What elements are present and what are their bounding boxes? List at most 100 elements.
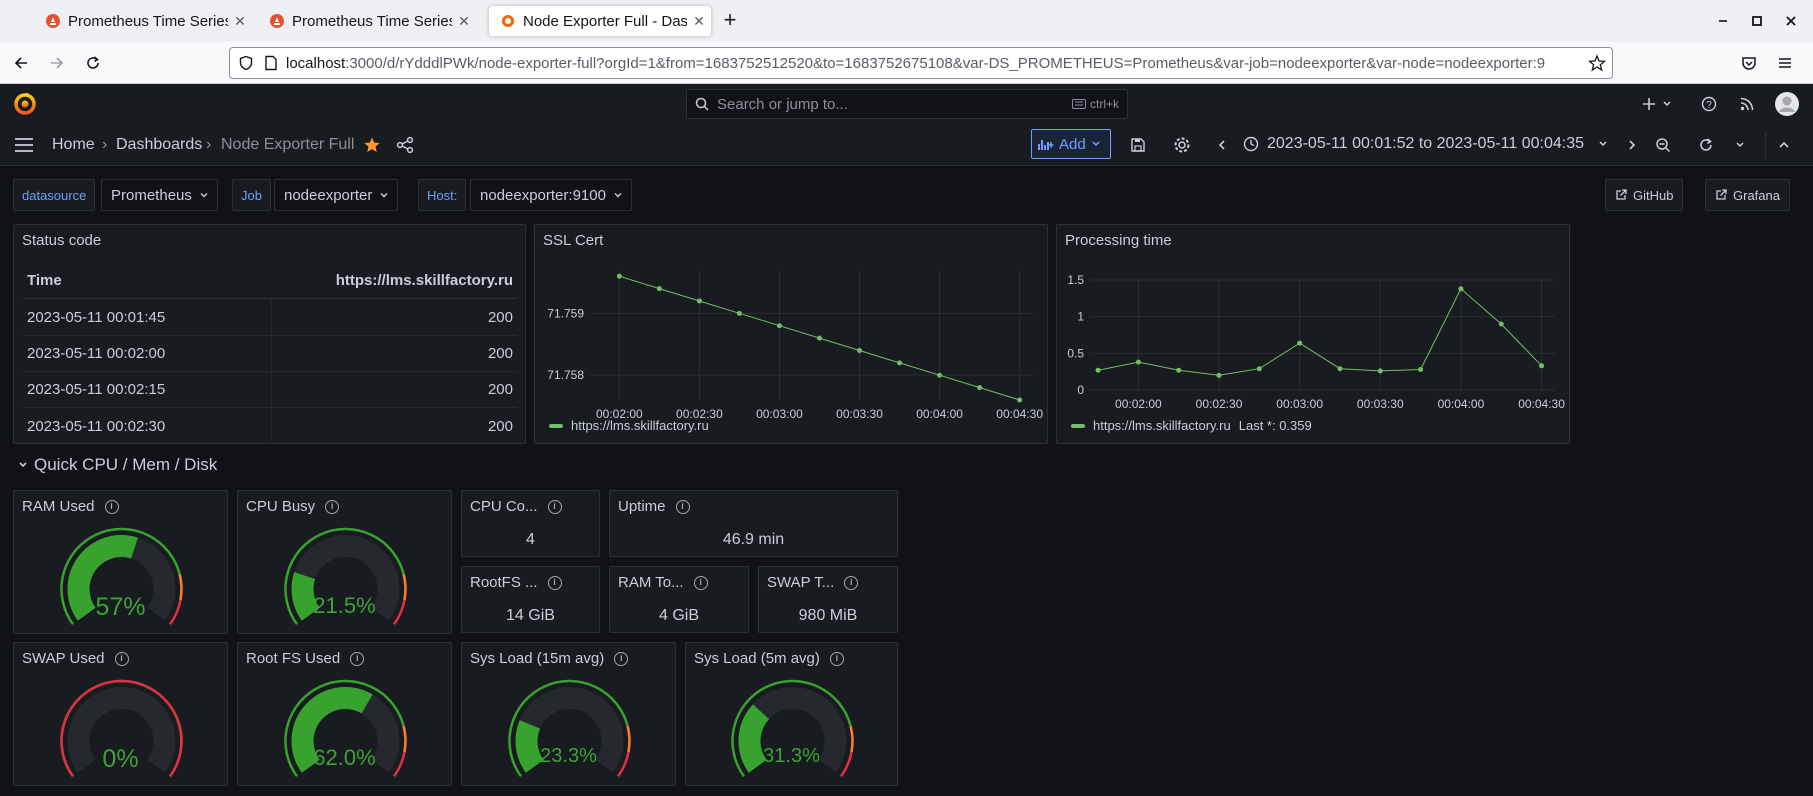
x-tick-label: 00:04:00 <box>1438 397 1485 411</box>
chevron-down-icon[interactable] <box>1655 92 1679 116</box>
news-rss-icon[interactable] <box>1735 92 1759 116</box>
data-point <box>1216 372 1222 378</box>
user-avatar[interactable] <box>1774 91 1800 117</box>
svg-text:?: ? <box>1706 100 1712 111</box>
forward-arrow-icon[interactable] <box>44 50 70 76</box>
save-icon[interactable] <box>1126 133 1150 157</box>
time-back-chevron-icon[interactable] <box>1210 133 1234 157</box>
chart-legend[interactable]: https://lms.skillfactory.ru Last *: 0.359 <box>1071 418 1312 433</box>
refresh-icon[interactable] <box>1694 133 1718 157</box>
browser-tab-1[interactable]: Prometheus Time Series C ✕ <box>34 6 252 36</box>
host-select[interactable]: nodeexporter:9100 <box>470 179 632 211</box>
panel-title: Sys Load (5m avg) i <box>694 650 844 667</box>
chevron-down-icon <box>200 193 208 198</box>
processing-time-chart[interactable]: 1.5 1 0.5 0 00:02:00 00:02:30 00:03:00 00:03:30… <box>1057 225 1571 445</box>
search-input[interactable]: Search or jump to... ctrl+k <box>686 89 1128 119</box>
info-icon[interactable]: i <box>547 575 562 590</box>
job-select[interactable]: nodeexporter <box>274 179 399 211</box>
close-window-icon[interactable] <box>1780 10 1802 32</box>
info-icon[interactable]: i <box>350 651 365 666</box>
grafana-link-button[interactable]: Grafana <box>1705 179 1790 211</box>
info-icon[interactable]: i <box>114 651 129 666</box>
data-point <box>1337 366 1343 372</box>
column-header-url[interactable]: https://lms.skillfactory.ru <box>272 272 517 289</box>
stat-value: 4 GiB <box>658 607 699 624</box>
data-point <box>616 273 622 279</box>
info-icon[interactable]: i <box>104 499 119 514</box>
add-button[interactable]: Add <box>1031 129 1111 159</box>
row-header[interactable]: Quick CPU / Mem / Disk <box>18 455 217 475</box>
panel-title: RAM To... i <box>618 574 708 591</box>
url-text[interactable]: localhost:3000/d/rYdddlPWk/node-exporter… <box>286 55 1582 72</box>
grafana-link-label: Grafana <box>1733 187 1780 203</box>
external-link-icon <box>1616 189 1627 200</box>
column-header-time[interactable]: Time <box>22 272 272 289</box>
table-header-row: Time https://lms.skillfactory.ru <box>22 263 517 299</box>
x-tick-label: 00:04:00 <box>916 407 963 421</box>
panel-title: Uptime i <box>618 498 690 515</box>
data-point <box>857 347 863 353</box>
breadcrumb-home[interactable]: Home <box>52 136 95 154</box>
page-icon[interactable] <box>264 55 278 71</box>
browser-tab-3[interactable]: Node Exporter Full - Dash ✕ <box>489 6 711 36</box>
grafana-logo-icon[interactable] <box>14 93 36 115</box>
breadcrumb-separator: › <box>206 136 212 153</box>
panel-title: Root FS Used i <box>246 650 365 667</box>
zoom-out-icon[interactable] <box>1651 133 1675 157</box>
pocket-icon[interactable] <box>1736 50 1762 76</box>
data-point <box>1017 397 1023 403</box>
info-icon[interactable]: i <box>675 499 690 514</box>
data-point <box>1539 363 1545 369</box>
rootfs-total-panel: RootFS ... i 14 GiB <box>461 566 600 633</box>
shield-icon[interactable] <box>238 55 254 71</box>
datasource-select[interactable]: Prometheus <box>101 179 218 211</box>
github-link-button[interactable]: GitHub <box>1605 179 1684 211</box>
minimize-icon[interactable] <box>1712 10 1734 32</box>
chevron-up-icon[interactable] <box>1772 133 1796 157</box>
time-range-picker[interactable]: 2023-05-11 00:01:52 to 2023-05-11 00:04:… <box>1243 135 1608 153</box>
close-tab-icon[interactable]: ✕ <box>452 13 476 30</box>
x-tick-label: 00:02:00 <box>1115 397 1162 411</box>
add-panel-icon <box>1038 140 1054 150</box>
share-icon[interactable] <box>393 133 417 157</box>
browser-tab-2[interactable]: Prometheus Time Series C ✕ <box>258 6 476 36</box>
browser-nav-bar: localhost:3000/d/rYdddlPWk/node-exporter… <box>0 42 1813 84</box>
favorite-star-icon[interactable] <box>360 133 384 157</box>
cell-value: 200 <box>487 309 513 326</box>
breadcrumb-dashboards[interactable]: Dashboards <box>116 136 202 154</box>
close-tab-icon[interactable]: ✕ <box>687 13 711 30</box>
info-icon[interactable]: i <box>614 651 629 666</box>
reload-icon[interactable] <box>80 50 106 76</box>
chevron-down-icon[interactable] <box>1728 133 1752 157</box>
time-range-label: 2023-05-11 00:01:52 to 2023-05-11 00:04:… <box>1267 135 1584 152</box>
maximize-icon[interactable] <box>1746 10 1768 32</box>
prometheus-favicon-icon <box>46 14 60 28</box>
info-icon[interactable]: i <box>547 499 562 514</box>
job-variable-label: Job <box>232 179 271 211</box>
info-icon[interactable]: i <box>844 575 859 590</box>
x-tick-label: 00:03:30 <box>836 407 883 421</box>
browser-tab-label: Prometheus Time Series C <box>68 12 228 30</box>
close-tab-icon[interactable]: ✕ <box>228 13 252 30</box>
info-icon[interactable]: i <box>829 651 844 666</box>
host-value: nodeexporter:9100 <box>480 186 606 204</box>
ssl-cert-chart[interactable]: 71.75971.75800:02:00 00:02:30 00:03:00 00:0… <box>535 225 1049 445</box>
time-forward-chevron-icon[interactable] <box>1620 133 1644 157</box>
gauge-value: 0% <box>102 745 139 773</box>
data-point <box>897 360 903 366</box>
info-icon[interactable]: i <box>325 499 340 514</box>
new-tab-button[interactable]: + <box>718 9 742 33</box>
url-bar[interactable]: localhost:3000/d/rYdddlPWk/node-exporter… <box>229 47 1613 79</box>
hamburger-menu-icon[interactable] <box>12 133 36 157</box>
row-header-title: Quick CPU / Mem / Disk <box>34 455 218 474</box>
bookmark-star-icon[interactable] <box>1588 54 1606 72</box>
info-icon[interactable]: i <box>693 575 708 590</box>
settings-gear-icon[interactable] <box>1170 133 1194 157</box>
help-icon[interactable]: ? <box>1697 92 1721 116</box>
chart-legend[interactable]: https://lms.skillfactory.ru <box>549 418 709 433</box>
menu-icon[interactable] <box>1772 50 1798 76</box>
legend-last-value: Last *: 0.359 <box>1238 418 1312 433</box>
back-arrow-icon[interactable] <box>8 50 34 76</box>
cell-value: 200 <box>487 417 513 435</box>
gauge-arc <box>508 679 631 778</box>
